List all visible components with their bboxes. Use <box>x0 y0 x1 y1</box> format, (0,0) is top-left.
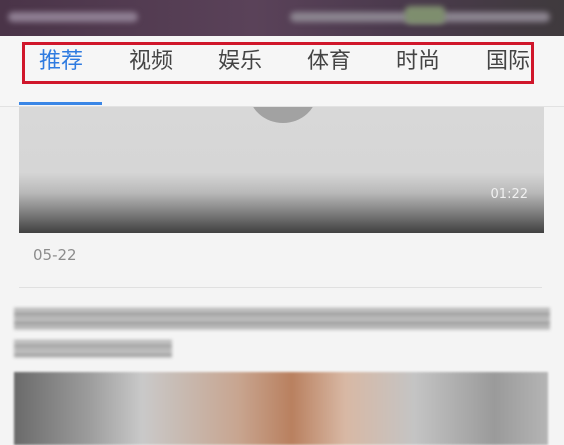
active-tab-underline <box>19 102 102 105</box>
status-bar-blurred-text-left <box>8 12 138 22</box>
tab-video[interactable]: 视频 <box>129 48 173 76</box>
video-duration: 01:22 <box>490 187 528 202</box>
blurred-image-row[interactable] <box>14 372 548 445</box>
tab-recommend[interactable]: 推荐 <box>39 48 83 76</box>
tab-sports[interactable]: 体育 <box>307 48 351 76</box>
blurred-headline[interactable] <box>14 308 550 330</box>
video-card-thumbnail[interactable]: 01:22 <box>19 107 544 233</box>
tab-international[interactable]: 国际 <box>486 48 530 76</box>
tab-fashion[interactable]: 时尚 <box>396 48 440 76</box>
tab-entertainment[interactable]: 娱乐 <box>218 48 262 76</box>
divider <box>19 287 542 288</box>
tab-highlight-box <box>22 42 534 84</box>
channel-tab-bar: 推荐 视频 娱乐 体育 时尚 国际 <box>0 36 564 107</box>
status-bar <box>0 0 564 36</box>
post-date: 05-22 <box>33 246 77 264</box>
blurred-subheadline <box>14 340 172 358</box>
status-bar-blurred-icon <box>405 6 445 24</box>
play-button-icon[interactable] <box>249 107 317 123</box>
